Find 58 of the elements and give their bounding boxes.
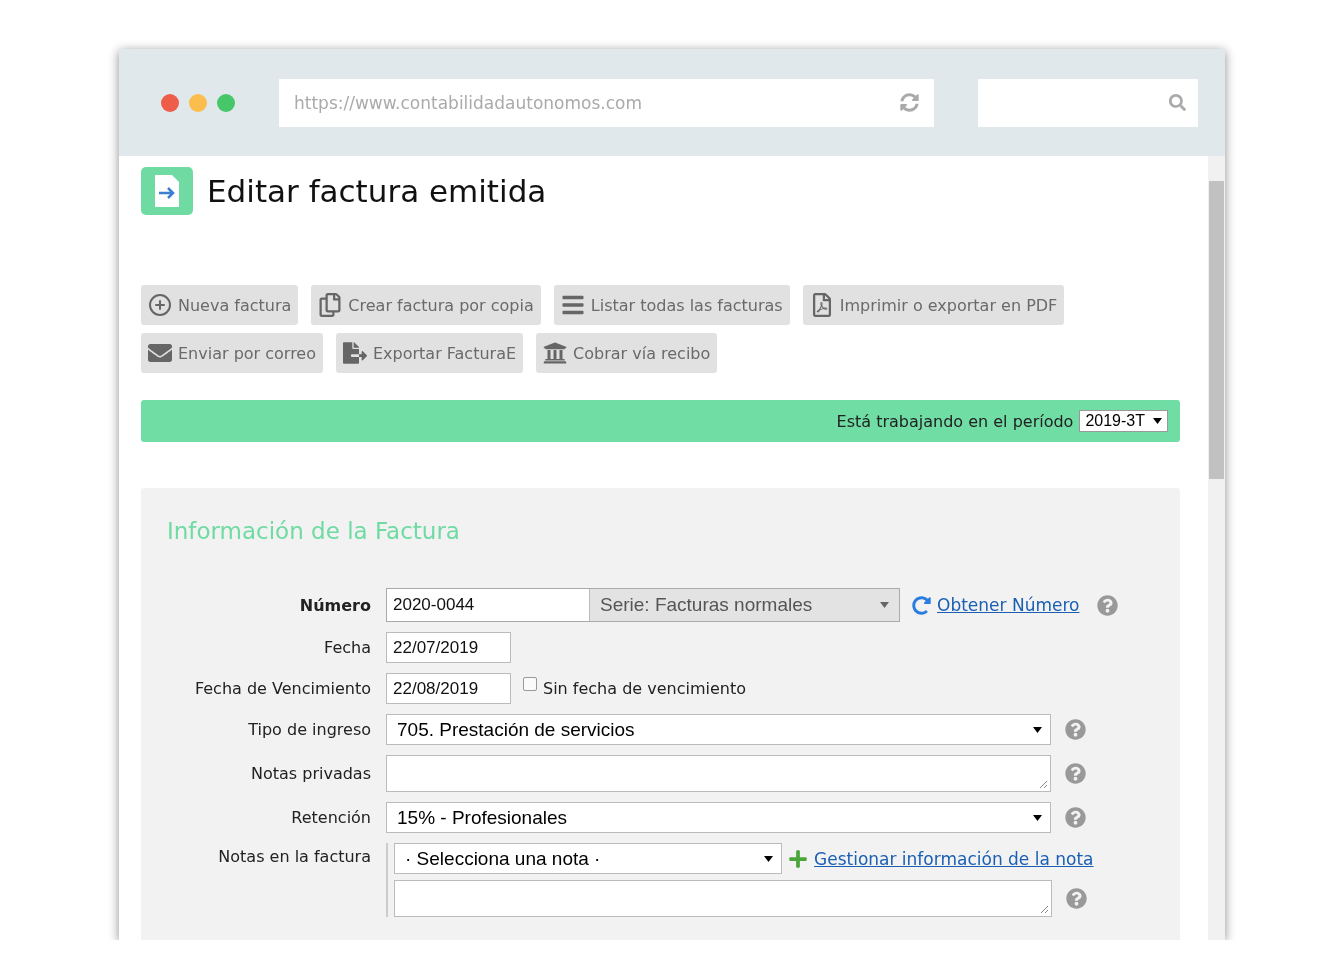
file-export-icon (343, 341, 367, 365)
dropdown-arrow-icon (1033, 726, 1042, 733)
toolbar-button[interactable]: Enviar por correo (141, 333, 323, 373)
copy-icon (318, 293, 343, 317)
notes-textarea[interactable] (386, 755, 1051, 792)
toolbar-button[interactable]: Nueva factura (141, 285, 299, 325)
field-label: Tipo de ingreso (247, 720, 371, 739)
help-icon[interactable] (1065, 807, 1086, 828)
dropdown-arrow-icon (1153, 418, 1162, 424)
maximize-dot-icon[interactable] (217, 93, 235, 112)
manage-note-link[interactable]: Gestionar información de la nota (814, 848, 1094, 869)
date-input[interactable]: 22/08/2019 (386, 673, 511, 704)
note-select[interactable]: · Selecciona una nota · (394, 843, 782, 874)
toolbar-button[interactable]: Listar todas las facturas (553, 285, 790, 325)
envelope-icon (148, 341, 172, 365)
field-label: Retención (290, 808, 371, 827)
checkbox[interactable] (523, 677, 537, 691)
field-label: Fecha (323, 638, 371, 657)
bank-icon (543, 341, 568, 365)
dropdown-arrow-icon (1033, 814, 1042, 821)
period-label: Está trabajando en el período (836, 411, 1074, 431)
checkbox-label: Sin fecha de vencimiento (543, 679, 746, 698)
list-icon (560, 293, 585, 317)
date-input[interactable]: 22/07/2019 (386, 632, 511, 663)
resize-grip-icon[interactable] (1039, 780, 1048, 789)
resize-grip-icon[interactable] (1040, 905, 1049, 914)
period-select[interactable]: 2019-3T (1079, 410, 1168, 432)
toolbar-button[interactable]: Imprimir o exportar en PDF (802, 285, 1065, 325)
scrollbar-thumb[interactable] (1209, 181, 1224, 479)
field-label: Notas privadas (250, 764, 371, 783)
minimize-dot-icon[interactable] (189, 93, 207, 112)
help-icon[interactable] (1066, 888, 1087, 909)
toolbar-button[interactable]: Exportar FacturaE (336, 333, 524, 373)
help-icon[interactable] (1065, 719, 1086, 740)
field-label: Fecha de Vencimiento (193, 679, 371, 698)
dropdown-arrow-icon (764, 855, 773, 862)
help-icon[interactable] (1097, 594, 1119, 616)
search-field[interactable] (978, 78, 1198, 127)
section-heading: Información de la Factura (167, 518, 461, 544)
toolbar-button[interactable]: Cobrar vía recibo (536, 333, 718, 373)
page-title: Editar factura emitida (207, 173, 547, 209)
toolbar-button[interactable]: Crear factura por copia (311, 285, 541, 325)
refresh-arrow-icon[interactable] (912, 595, 931, 615)
help-icon[interactable] (1065, 763, 1086, 784)
scrollbar[interactable] (1208, 156, 1225, 940)
plus-circle-icon (148, 293, 172, 317)
note-textarea[interactable] (394, 880, 1052, 917)
dropdown-select[interactable]: 705. Prestación de servicios (386, 714, 1051, 745)
close-dot-icon[interactable] (161, 93, 179, 112)
field-label: Notas en la factura (217, 846, 371, 866)
dropdown-select[interactable]: 15% - Profesionales (386, 802, 1051, 833)
url-text: https://www.contabilidadautonomos.com (294, 92, 643, 113)
invoice-page-icon (141, 167, 193, 215)
obtain-number-link[interactable]: Obtener Número (937, 595, 1080, 615)
search-icon (1169, 94, 1186, 111)
reload-icon[interactable] (900, 93, 919, 112)
field-label: Número (298, 595, 371, 615)
plus-icon[interactable] (788, 848, 808, 869)
